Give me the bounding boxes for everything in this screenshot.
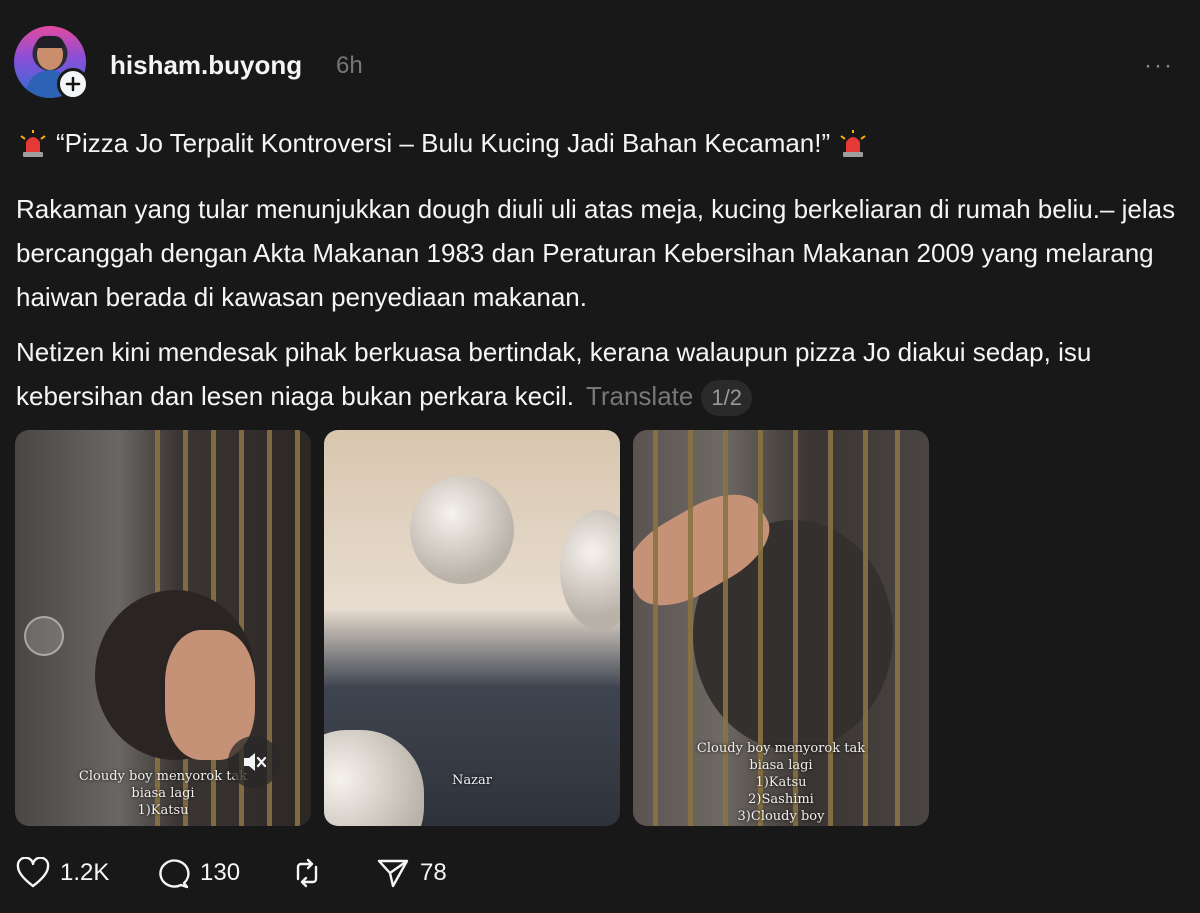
caption-line: 1)Katsu [137, 803, 189, 818]
media-video-2[interactable]: Nazar [324, 430, 620, 826]
media-2-caption: Nazar [324, 772, 620, 789]
repost-button[interactable] [290, 857, 324, 889]
caption-line: 1)Katsu [755, 775, 807, 790]
caption-line: 3)Cloudy boy [737, 809, 825, 824]
post-paragraph-2: Netizen kini mendesak pihak berkuasa ber… [16, 330, 1191, 418]
caption-line: biasa lagi [749, 758, 813, 773]
more-options-icon[interactable]: ··· [1144, 52, 1174, 80]
share-button[interactable]: 78 [376, 857, 447, 889]
post-headline: “Pizza Jo Terpalit Kontroversi – Bulu Ku… [20, 128, 866, 159]
like-button[interactable]: 1.2K [16, 857, 109, 889]
headline-text: “Pizza Jo Terpalit Kontroversi – Bulu Ku… [56, 128, 831, 158]
caption-line: Cloudy boy menyorok tak [696, 741, 866, 756]
send-icon [377, 859, 409, 888]
comment-button[interactable]: 130 [156, 857, 240, 889]
muted-speaker-icon[interactable] [228, 736, 280, 788]
post-paragraph-1: Rakaman yang tular menunjukkan dough diu… [16, 194, 1176, 312]
heart-icon [16, 857, 50, 888]
like-count: 1.2K [60, 859, 110, 886]
translate-link[interactable]: Translate [586, 381, 693, 411]
follow-plus-icon[interactable] [57, 68, 89, 100]
siren-icon [20, 129, 46, 157]
paragraph-2-text: Netizen kini mendesak pihak berkuasa ber… [16, 337, 1092, 411]
caption-line: Nazar [452, 773, 492, 788]
siren-icon [840, 129, 866, 157]
caption-line: 2)Sashimi [748, 792, 814, 807]
repost-icon [296, 858, 318, 888]
comment-count: 130 [200, 859, 241, 886]
dough-ball [560, 510, 620, 630]
dough-ball [410, 476, 514, 584]
record-button[interactable] [24, 616, 64, 656]
caption-line: biasa lagi [131, 786, 195, 801]
comment-bubble-icon [159, 859, 190, 889]
media-video-3[interactable]: Cloudy boy menyorok tak biasa lagi 1)Kat… [633, 430, 929, 826]
share-count: 78 [420, 859, 447, 886]
media-3-caption: Cloudy boy menyorok tak biasa lagi 1)Kat… [633, 740, 929, 825]
post-time: 6h [336, 52, 363, 79]
carousel-pager: 1/2 [701, 380, 752, 417]
username[interactable]: hisham.buyong [110, 50, 302, 81]
avatar-hair [36, 36, 64, 48]
